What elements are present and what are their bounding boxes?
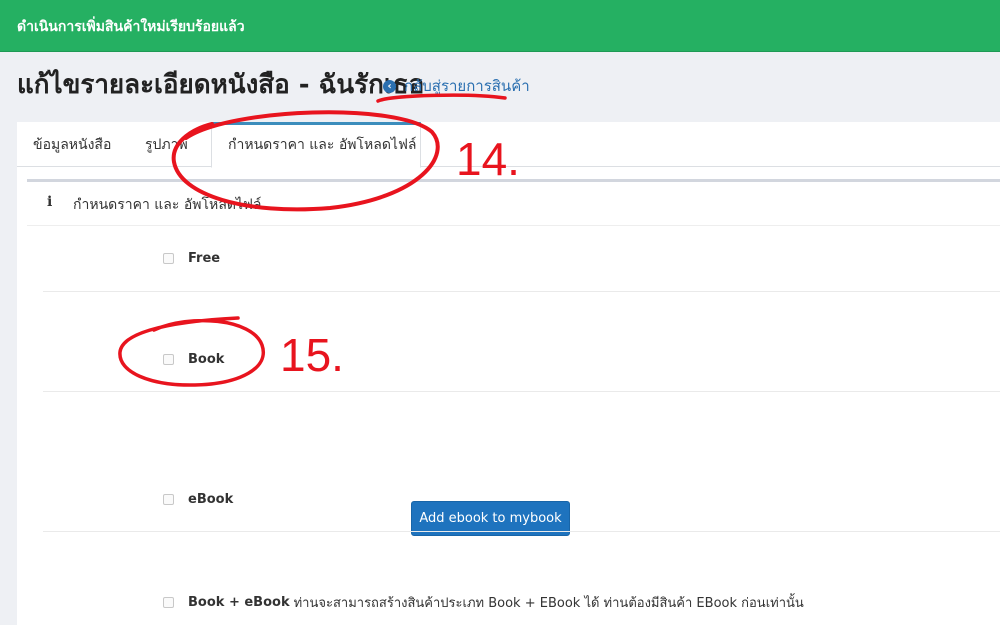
book-ebook-option[interactable]: Book + eBook ท่านจะสามารถสร้างสินค้าประเ…: [163, 592, 804, 613]
success-alert: ดำเนินการเพิ่มสินค้าใหม่เรียบร้อยแล้ว: [0, 0, 1000, 52]
info-icon: i: [47, 194, 53, 210]
back-to-products-link[interactable]: ‹ กลับสู่รายการสินค้า: [383, 74, 530, 98]
option-row-ebook: eBook: [43, 392, 1000, 532]
box-header: i กำหนดราคา และ อัพโหลดไฟล์: [27, 182, 1000, 226]
pricing-box: i กำหนดราคา และ อัพโหลดไฟล์ Free Book Ad…: [27, 179, 1000, 625]
free-option[interactable]: Free: [163, 251, 220, 266]
step-15-label: 15.: [280, 329, 344, 381]
tab-images[interactable]: รูปภาพ: [129, 122, 204, 167]
option-row-book-ebook: Book + eBook ท่านจะสามารถสร้างสินค้าประเ…: [43, 532, 1000, 625]
book-ebook-checkbox[interactable]: [163, 597, 174, 608]
book-option[interactable]: Book: [163, 352, 224, 367]
book-label: Book: [188, 352, 225, 367]
free-checkbox[interactable]: [163, 253, 174, 264]
free-label: Free: [188, 251, 221, 266]
page-title: แก้ไขรายละเอียดหนังสือ - ฉันรักเธอ: [17, 70, 425, 100]
ebook-label: eBook: [188, 492, 234, 507]
ebook-checkbox[interactable]: [163, 494, 174, 505]
book-checkbox[interactable]: [163, 354, 174, 365]
step-14-label: 14.: [456, 133, 520, 185]
alert-message: ดำเนินการเพิ่มสินค้าใหม่เรียบร้อยแล้ว: [17, 19, 245, 35]
ebook-option[interactable]: eBook: [163, 492, 233, 507]
book-ebook-label: Book + eBook: [188, 595, 290, 610]
box-title: กำหนดราคา และ อัพโหลดไฟล์: [73, 197, 262, 213]
option-row-free: Free: [43, 227, 1000, 292]
edit-panel: ข้อมูลหนังสือ รูปภาพ กำหนดราคา และ อัพโห…: [17, 122, 1000, 625]
back-link-label: กลับสู่รายการสินค้า: [404, 77, 530, 95]
tab-pricing-upload[interactable]: กำหนดราคา และ อัพโหลดไฟล์: [211, 122, 421, 168]
book-ebook-note: ท่านจะสามารถสร้างสินค้าประเภท Book + EBo…: [293, 596, 804, 611]
tab-book-info[interactable]: ข้อมูลหนังสือ: [17, 122, 127, 167]
option-row-book: Book: [43, 292, 1000, 392]
arrow-left-circle-icon: ‹: [383, 79, 396, 93]
